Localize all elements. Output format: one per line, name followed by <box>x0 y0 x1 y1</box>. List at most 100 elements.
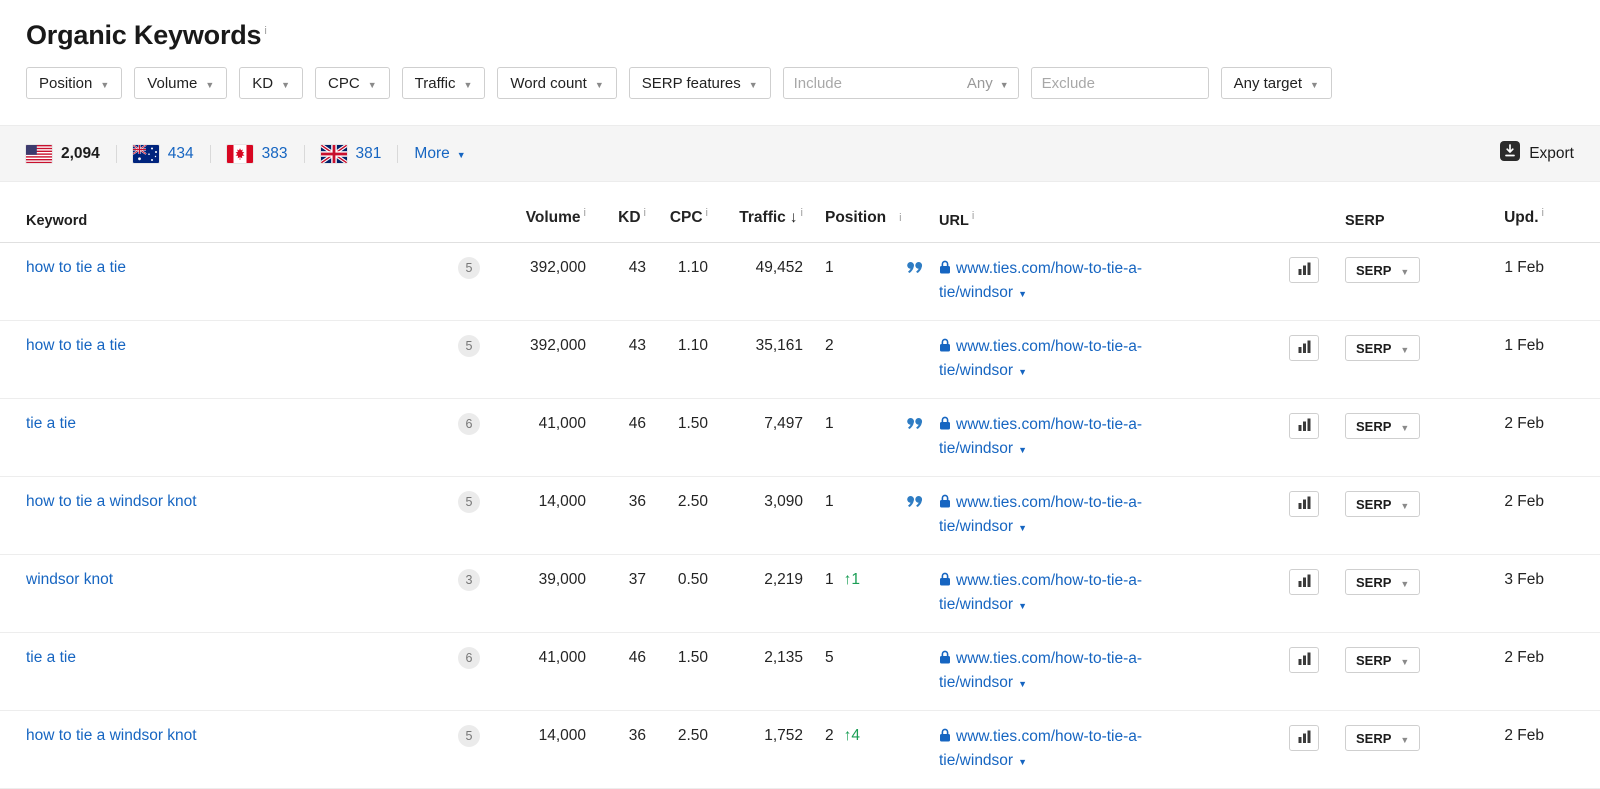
url-cell: www.ties.com/how-to-tie-a- tie/windsor <box>939 335 1289 384</box>
url-link[interactable]: tie/windsor <box>939 674 1013 691</box>
position-value: 2 <box>825 727 834 745</box>
url-link[interactable]: www.ties.com/how-to-tie-a- <box>956 416 1142 433</box>
filter-word-count[interactable]: Word count <box>497 67 617 99</box>
updated-cell: 2 Feb <box>1504 415 1544 433</box>
serp-button[interactable]: SERP <box>1345 725 1421 752</box>
serp-button[interactable]: SERP <box>1345 413 1421 440</box>
target-dropdown[interactable]: Any target <box>1220 67 1332 99</box>
filter-traffic[interactable]: Traffic <box>401 67 486 99</box>
url-dropdown-icon[interactable] <box>1018 671 1027 696</box>
featured-snippet-quote-icon <box>907 495 923 512</box>
url-dropdown-icon[interactable] <box>1018 437 1027 462</box>
target-label: Any target <box>1233 74 1302 92</box>
chevron-down-icon <box>1400 653 1409 668</box>
keyword-link[interactable]: tie a tie <box>26 413 76 435</box>
position-history-button[interactable] <box>1289 569 1319 596</box>
cpc-cell: 2.50 <box>677 727 708 745</box>
serp-button[interactable]: SERP <box>1345 257 1421 284</box>
col-header-kd[interactable]: KD i <box>586 202 646 229</box>
serp-button[interactable]: SERP <box>1345 335 1421 362</box>
more-countries-button[interactable]: More <box>414 145 465 163</box>
keyword-link[interactable]: how to tie a tie <box>26 335 126 357</box>
url-link[interactable]: www.ties.com/how-to-tie-a- <box>956 260 1142 277</box>
url-link[interactable]: www.ties.com/how-to-tie-a- <box>956 494 1142 511</box>
chevron-down-icon <box>1400 497 1409 512</box>
col-header-upd[interactable]: Upd. i <box>1455 202 1574 229</box>
col-header-serp[interactable]: SERP <box>1345 213 1455 229</box>
filter-volume[interactable]: Volume <box>134 67 228 99</box>
url-dropdown-icon[interactable] <box>1018 359 1027 384</box>
table-row: how to tie a tie 5 392,000 43 1.10 35,16… <box>0 321 1600 400</box>
bar-chart-icon <box>1298 496 1311 512</box>
col-header-cpc[interactable]: CPC i <box>646 202 708 229</box>
serp-button[interactable]: SERP <box>1345 491 1421 518</box>
export-button[interactable]: Export <box>1500 141 1574 166</box>
updated-cell: 1 Feb <box>1504 337 1544 355</box>
url-dropdown-icon[interactable] <box>1018 515 1027 540</box>
url-link[interactable]: www.ties.com/how-to-tie-a- <box>956 728 1142 745</box>
col-header-position[interactable]: Position i <box>803 207 903 229</box>
country-tab-gb[interactable]: 381 <box>320 144 381 163</box>
serp-button[interactable]: SERP <box>1345 647 1421 674</box>
url-link[interactable]: tie/windsor <box>939 362 1013 379</box>
serp-button[interactable]: SERP <box>1345 569 1421 596</box>
filter-kd[interactable]: KD <box>239 67 304 99</box>
country-tab-ca[interactable]: 383 <box>226 144 288 163</box>
col-header-traffic[interactable]: Traffic ↓ i <box>708 202 803 229</box>
keyword-cell: tie a tie 6 <box>26 647 486 670</box>
info-icon: i <box>971 210 975 223</box>
serp-button-label: SERP <box>1356 730 1392 746</box>
col-header-url[interactable]: URL i <box>939 210 1289 229</box>
serp-button-label: SERP <box>1356 262 1392 278</box>
url-link[interactable]: www.ties.com/how-to-tie-a- <box>956 650 1142 667</box>
keyword-link[interactable]: how to tie a tie <box>26 257 126 279</box>
position-value: 1 <box>825 259 834 277</box>
position-history-button[interactable] <box>1289 335 1319 362</box>
bar-chart-icon <box>1298 730 1311 746</box>
export-icon <box>1500 141 1521 166</box>
position-history-button[interactable] <box>1289 491 1319 518</box>
cpc-cell: 1.50 <box>677 649 708 667</box>
keywords-table: Keyword Volume i KD i CPC i Traffic ↓ i Posit… <box>0 182 1600 789</box>
url-link[interactable]: tie/windsor <box>939 752 1013 769</box>
position-history-button[interactable] <box>1289 647 1319 674</box>
url-dropdown-icon[interactable] <box>1018 749 1027 774</box>
keyword-link[interactable]: how to tie a windsor knot <box>26 491 197 513</box>
exclude-input[interactable] <box>1030 67 1209 99</box>
serp-cell: SERP <box>1345 257 1455 284</box>
filter-position[interactable]: Position <box>26 67 123 99</box>
volume-cell: 41,000 <box>538 415 586 433</box>
col-header-keyword[interactable]: Keyword <box>26 213 486 229</box>
url-dropdown-icon[interactable] <box>1018 593 1027 618</box>
filter-serp-features[interactable]: SERP features <box>628 67 771 99</box>
position-history-button[interactable] <box>1289 725 1319 752</box>
quote-cell <box>903 413 939 435</box>
url-link[interactable]: www.ties.com/how-to-tie-a- <box>956 572 1142 589</box>
url-link[interactable]: tie/windsor <box>939 284 1013 301</box>
include-mode-dropdown[interactable]: Any <box>967 75 1009 92</box>
chart-cell <box>1289 413 1345 440</box>
position-value: 1 <box>825 571 834 589</box>
position-value: 5 <box>825 649 834 667</box>
export-label: Export <box>1529 144 1574 162</box>
url-link[interactable]: tie/windsor <box>939 596 1013 613</box>
url-dropdown-icon[interactable] <box>1018 281 1027 306</box>
position-history-button[interactable] <box>1289 413 1319 440</box>
quote-cell <box>903 725 939 747</box>
url-link[interactable]: tie/windsor <box>939 440 1013 457</box>
url-link[interactable]: tie/windsor <box>939 518 1013 535</box>
volume-cell: 41,000 <box>538 649 586 667</box>
url-cell: www.ties.com/how-to-tie-a- tie/windsor <box>939 725 1289 774</box>
position-history-button[interactable] <box>1289 257 1319 284</box>
filter-cpc[interactable]: CPC <box>315 67 390 99</box>
updated-cell: 3 Feb <box>1504 571 1544 589</box>
url-link[interactable]: www.ties.com/how-to-tie-a- <box>956 338 1142 355</box>
country-tab-us[interactable]: 2,094 <box>26 144 100 163</box>
volume-cell: 392,000 <box>529 259 586 277</box>
serp-button-label: SERP <box>1356 340 1392 356</box>
col-header-volume[interactable]: Volume i <box>486 202 586 229</box>
keyword-link[interactable]: windsor knot <box>26 569 113 591</box>
keyword-link[interactable]: tie a tie <box>26 647 76 669</box>
keyword-link[interactable]: how to tie a windsor knot <box>26 725 197 747</box>
country-tab-au[interactable]: 434 <box>132 144 194 163</box>
